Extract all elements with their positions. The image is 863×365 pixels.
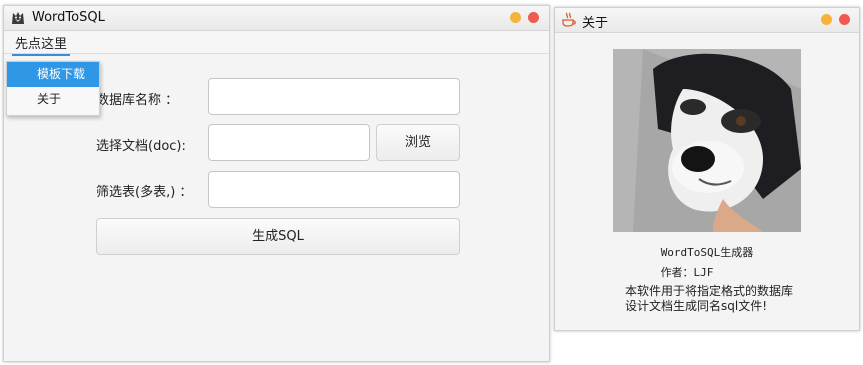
description-line-1: 本软件用于将指定格式的数据库 bbox=[625, 284, 794, 298]
db-name-input[interactable] bbox=[208, 78, 460, 115]
menu-item-template-download[interactable]: 模板下载 bbox=[7, 62, 99, 87]
close-icon[interactable] bbox=[839, 14, 850, 25]
about-titlebar[interactable]: 关于 bbox=[555, 8, 859, 33]
window-title: WordToSQL bbox=[32, 10, 105, 25]
minimize-icon[interactable] bbox=[821, 14, 832, 25]
doc-path-input[interactable] bbox=[208, 124, 370, 161]
husky-photo bbox=[613, 49, 801, 232]
generate-sql-button[interactable]: 生成SQL bbox=[96, 218, 460, 255]
app-icon bbox=[10, 10, 26, 30]
close-icon[interactable] bbox=[528, 12, 539, 23]
author-text: 作者：LJF bbox=[660, 266, 714, 279]
filter-label: 筛选表(多表,) ： bbox=[96, 185, 193, 200]
minimize-icon[interactable] bbox=[510, 12, 521, 23]
main-titlebar[interactable]: WordToSQL bbox=[4, 6, 549, 31]
main-window: WordToSQL 先点这里 数据库名称 ： 选择文档(doc): 浏览 筛选表… bbox=[3, 5, 550, 362]
doc-label: 选择文档(doc): bbox=[96, 139, 186, 154]
dropdown-menu: 模板下载 关于 bbox=[6, 61, 100, 116]
db-name-label: 数据库名称 ： bbox=[96, 93, 179, 108]
menubar: 先点这里 bbox=[4, 31, 549, 56]
filter-tables-input[interactable] bbox=[208, 171, 460, 208]
menu-first-click-here[interactable]: 先点这里 bbox=[12, 33, 71, 56]
menu-item-about[interactable]: 关于 bbox=[7, 87, 99, 112]
browse-button[interactable]: 浏览 bbox=[376, 124, 460, 161]
description-line-2: 设计文档生成同名sql文件! bbox=[625, 299, 768, 313]
app-name-text: WordToSQL生成器 bbox=[660, 246, 754, 259]
about-window: 关于 WordToSQL生成器 作者：LJF 本软件用于将指定格式的数据库 设计… bbox=[554, 7, 860, 331]
java-cup-icon bbox=[561, 12, 577, 32]
about-window-title: 关于 bbox=[582, 16, 609, 31]
